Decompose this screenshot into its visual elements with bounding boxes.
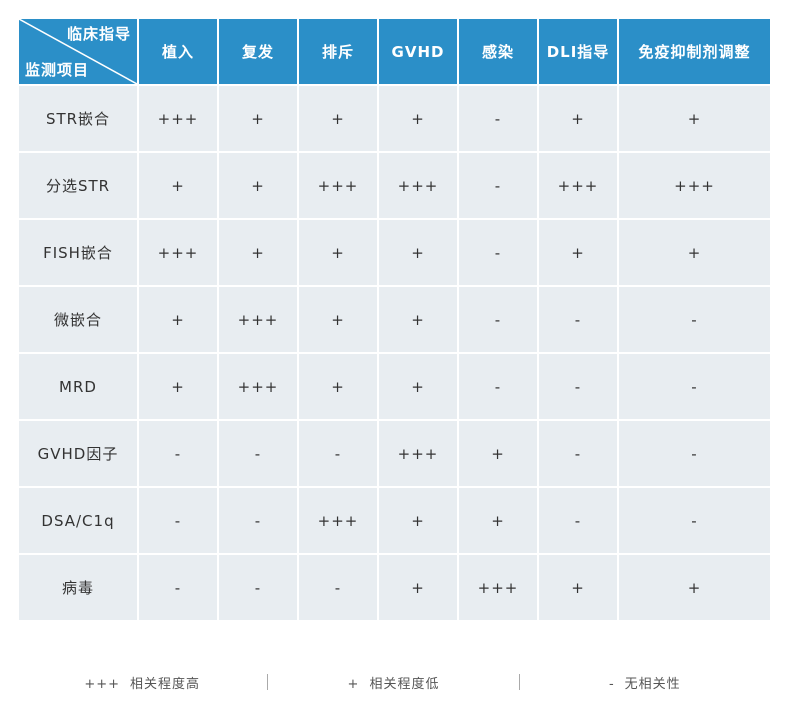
table-cell: - <box>139 555 217 620</box>
table-cell: +++ <box>219 287 297 352</box>
table-cell: - <box>539 488 617 553</box>
table-row: GVHD因子 - - - +++ + - - <box>19 421 770 486</box>
column-header: 复发 <box>219 19 297 84</box>
row-label: DSA/C1q <box>19 488 137 553</box>
table-cell: - <box>459 354 537 419</box>
table-cell: + <box>619 220 770 285</box>
legend: +++ 相关程度高 + 相关程度低 - 无相关性 <box>17 670 770 694</box>
table-cell: + <box>379 86 457 151</box>
row-label: STR嵌合 <box>19 86 137 151</box>
table-cell: - <box>619 287 770 352</box>
table-cell: + <box>539 220 617 285</box>
table-cell: +++ <box>219 354 297 419</box>
column-header: 免疫抑制剂调整 <box>619 19 770 84</box>
row-label: FISH嵌合 <box>19 220 137 285</box>
table-cell: + <box>219 220 297 285</box>
row-label: 微嵌合 <box>19 287 137 352</box>
corner-header-cell: 临床指导 监测项目 <box>19 19 137 84</box>
table-cell: + <box>139 354 217 419</box>
row-label: 病毒 <box>19 555 137 620</box>
row-label: GVHD因子 <box>19 421 137 486</box>
table-cell: +++ <box>379 421 457 486</box>
column-header: DLI指导 <box>539 19 617 84</box>
table-cell: + <box>299 86 377 151</box>
table-cell: + <box>379 354 457 419</box>
table-cell: + <box>299 287 377 352</box>
table-cell: - <box>219 421 297 486</box>
column-header: 植入 <box>139 19 217 84</box>
legend-text: 相关程度低 <box>369 676 440 692</box>
correlation-table-container: 临床指导 监测项目 植入 复发 排斥 GVHD 感染 DLI指导 免疫抑制剂调整… <box>17 17 770 622</box>
column-header: 排斥 <box>299 19 377 84</box>
row-label: 分选STR <box>19 153 137 218</box>
table-cell: + <box>459 488 537 553</box>
table-cell: + <box>299 220 377 285</box>
table-cell: + <box>379 287 457 352</box>
table-cell: + <box>459 421 537 486</box>
header-row: 临床指导 监测项目 植入 复发 排斥 GVHD 感染 DLI指导 免疫抑制剂调整 <box>19 19 770 84</box>
table-cell: + <box>219 86 297 151</box>
table-cell: +++ <box>299 488 377 553</box>
table-cell: - <box>219 488 297 553</box>
table-cell: + <box>379 220 457 285</box>
table-cell: + <box>139 153 217 218</box>
legend-item-none: - 无相关性 <box>520 673 770 692</box>
table-cell: + <box>379 555 457 620</box>
legend-text: 相关程度高 <box>130 676 201 692</box>
table-row: FISH嵌合 +++ + + + - + + <box>19 220 770 285</box>
table-cell: - <box>299 421 377 486</box>
table-cell: - <box>619 354 770 419</box>
legend-symbol: +++ <box>84 676 120 692</box>
table-cell: + <box>139 287 217 352</box>
table-cell: - <box>459 287 537 352</box>
table-row: STR嵌合 +++ + + + - + + <box>19 86 770 151</box>
table-cell: + <box>219 153 297 218</box>
legend-item-high: +++ 相关程度高 <box>17 673 267 692</box>
table-row: MRD + +++ + + - - - <box>19 354 770 419</box>
table-cell: - <box>539 421 617 486</box>
table-cell: - <box>299 555 377 620</box>
legend-symbol: - <box>608 676 615 692</box>
column-header: 感染 <box>459 19 537 84</box>
table-cell: + <box>539 555 617 620</box>
table-cell: - <box>459 153 537 218</box>
row-label: MRD <box>19 354 137 419</box>
table-cell: + <box>619 86 770 151</box>
table-cell: - <box>539 354 617 419</box>
corner-top-label: 临床指导 <box>66 25 131 43</box>
table-cell: - <box>539 287 617 352</box>
table-cell: +++ <box>379 153 457 218</box>
table-cell: - <box>219 555 297 620</box>
table-row: 微嵌合 + +++ + + - - - <box>19 287 770 352</box>
table-cell: - <box>619 488 770 553</box>
table-cell: +++ <box>139 86 217 151</box>
table-cell: - <box>139 488 217 553</box>
table-cell: - <box>459 220 537 285</box>
table-cell: +++ <box>299 153 377 218</box>
table-row: DSA/C1q - - +++ + + - - <box>19 488 770 553</box>
table-cell: + <box>619 555 770 620</box>
corner-bottom-label: 监测项目 <box>25 61 90 79</box>
table-cell: + <box>539 86 617 151</box>
legend-item-low: + 相关程度低 <box>268 673 518 692</box>
column-header: GVHD <box>379 19 457 84</box>
table-row: 病毒 - - - + +++ + + <box>19 555 770 620</box>
table-row: 分选STR + + +++ +++ - +++ +++ <box>19 153 770 218</box>
legend-text: 无相关性 <box>624 676 681 692</box>
table-cell: + <box>299 354 377 419</box>
table-cell: +++ <box>139 220 217 285</box>
table-cell: - <box>619 421 770 486</box>
table-cell: - <box>139 421 217 486</box>
table-cell: - <box>459 86 537 151</box>
legend-symbol: + <box>347 676 360 692</box>
table-cell: +++ <box>539 153 617 218</box>
table-cell: +++ <box>619 153 770 218</box>
table-cell: + <box>379 488 457 553</box>
correlation-table: 临床指导 监测项目 植入 复发 排斥 GVHD 感染 DLI指导 免疫抑制剂调整… <box>17 17 772 622</box>
table-cell: +++ <box>459 555 537 620</box>
